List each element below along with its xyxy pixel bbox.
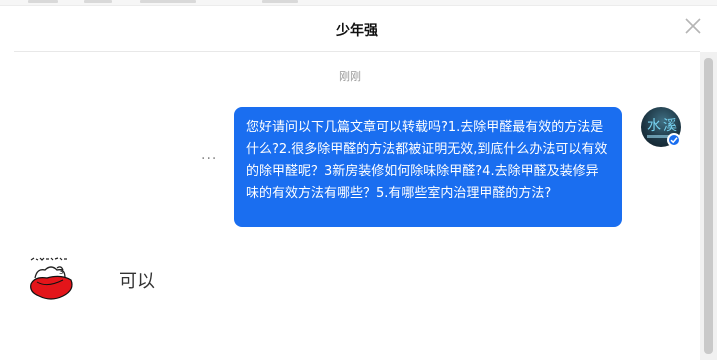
incoming-message-text: 可以 bbox=[119, 271, 155, 292]
scrollbar[interactable] bbox=[700, 52, 717, 360]
close-icon bbox=[685, 18, 701, 34]
dialog-title: 少年强 bbox=[336, 23, 378, 39]
more-icon[interactable]: ··· bbox=[201, 152, 219, 166]
contact-avatar-image: 3 bbox=[27, 254, 77, 304]
svg-text:3: 3 bbox=[59, 268, 63, 276]
chat-dialog: 少年强 刚刚 ··· 您好请问以下几篇文章可以转载吗?1.去除甲醛最有效的方法是… bbox=[0, 0, 717, 360]
close-button[interactable] bbox=[684, 17, 702, 35]
outgoing-message-text: 您好请问以下几篇文章可以转载吗?1.去除甲醛最有效的方法是什么?2.很多除甲醛的… bbox=[246, 120, 608, 201]
verified-badge-icon bbox=[667, 133, 681, 147]
dialog-header: 少年强 bbox=[14, 6, 700, 52]
scroll-thumb[interactable] bbox=[704, 58, 713, 354]
message-timestamp: 刚刚 bbox=[339, 70, 361, 83]
contact-avatar[interactable]: 3 bbox=[27, 254, 77, 304]
outgoing-message-bubble[interactable]: 您好请问以下几篇文章可以转载吗?1.去除甲醛最有效的方法是什么?2.很多除甲醛的… bbox=[234, 107, 622, 227]
avatar-art: 水溪 bbox=[647, 118, 679, 134]
